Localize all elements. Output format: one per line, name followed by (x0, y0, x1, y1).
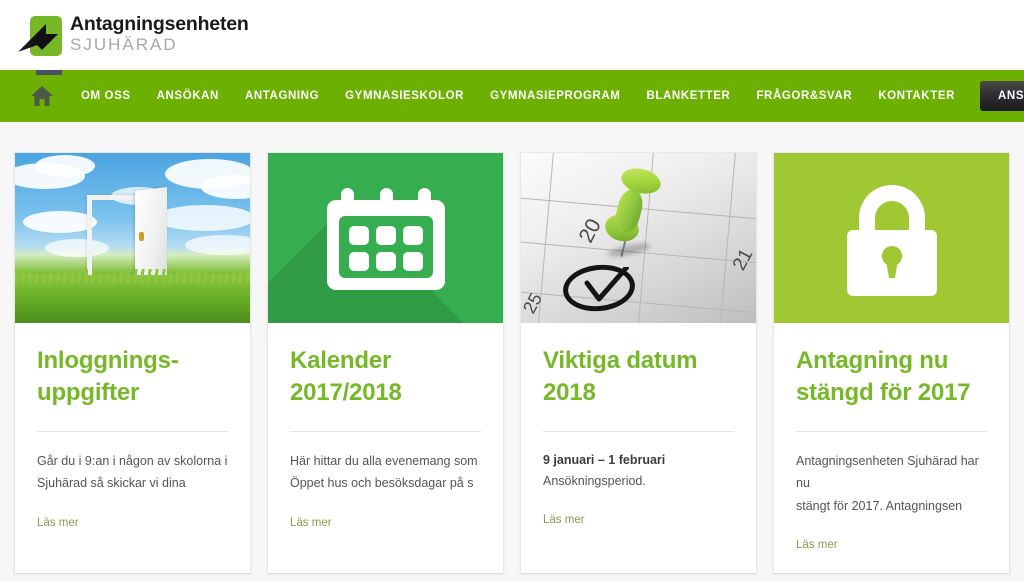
logo-wordmark: Antagningsenheten SJUHÄRAD (70, 15, 249, 55)
calendar-icon (326, 188, 445, 290)
lock-icon-tile (774, 153, 1009, 323)
pin-neck (612, 186, 646, 236)
nav-item-om-oss[interactable]: OM OSS (68, 90, 144, 102)
card-viktiga-datum[interactable]: 20 21 25 Viktiga datum 2018 9 januari – … (520, 152, 757, 575)
main-navigation: OM OSS ANSÖKAN ANTAGNING GYMNASIESKOLOR … (0, 70, 1024, 122)
card-media-lock-icon (774, 153, 1009, 323)
read-more-link[interactable]: Läs mer (37, 517, 79, 529)
nav-active-indicator (36, 70, 62, 75)
card-title: Viktiga datum 2018 (543, 345, 734, 409)
card-title: Inloggnings- uppgifter (37, 345, 228, 409)
nav-item-antagning[interactable]: ANTAGNING (232, 90, 332, 102)
calendar-pin-photo: 20 21 25 (521, 153, 756, 323)
logo-mark-icon (16, 12, 62, 58)
open-door-photo (15, 153, 250, 323)
card-kalender[interactable]: Kalender 2017/2018 Här hittar du alla ev… (267, 152, 504, 575)
card-excerpt-line1: Ansökningsperiod. (543, 473, 646, 488)
home-icon (31, 86, 53, 106)
card-excerpt: 9 januari – 1 februari Ansökningsperiod. (543, 450, 734, 493)
site-logo[interactable]: Antagningsenheten SJUHÄRAD (16, 12, 249, 58)
nav-home-button[interactable] (30, 83, 54, 109)
nav-item-gymnasieskolor[interactable]: GYMNASIESKOLOR (332, 90, 477, 102)
checkmark-icon (584, 267, 629, 302)
nav-item-ansokan[interactable]: ANSÖKAN (144, 90, 232, 102)
card-excerpt: Går du i 9:an i någon av skolorna i Sjuh… (37, 450, 228, 495)
card-excerpt-line1: Antagningsenheten Sjuhärad har nu (796, 453, 979, 491)
card-title-line1: Kalender (290, 347, 392, 374)
card-media-calendar-icon (268, 153, 503, 323)
page-body: Inloggnings- uppgifter Går du i 9:an i n… (0, 122, 1024, 581)
card-media-door-photo (15, 153, 250, 323)
site-header: Antagningsenheten SJUHÄRAD (0, 0, 1024, 70)
card-divider (37, 430, 228, 432)
nav-item-blanketter[interactable]: BLANKETTER (633, 90, 743, 102)
grass-field (15, 269, 250, 323)
lock-icon (846, 185, 937, 296)
door-knob (139, 232, 144, 241)
calendar-day-20: 20 (574, 215, 606, 247)
card-title-line2: 2018 (543, 378, 596, 406)
card-grid: Inloggnings- uppgifter Går du i 9:an i n… (0, 152, 1024, 575)
card-excerpt-line1: Här hittar du alla evenemang som (290, 453, 478, 468)
card-title-line2: stängd för 2017 (796, 378, 971, 406)
card-excerpt-dates: 9 januari – 1 februari (543, 452, 666, 467)
card-inloggningsuppgifter[interactable]: Inloggnings- uppgifter Går du i 9:an i n… (14, 152, 251, 575)
card-antagning-stangd[interactable]: Antagning nu stängd för 2017 Antagningse… (773, 152, 1010, 575)
card-title: Antagning nu stängd för 2017 (796, 345, 987, 409)
card-excerpt-line2: stängt för 2017. Antagningsen (796, 498, 963, 513)
card-title: Kalender 2017/2018 (290, 345, 481, 409)
calendar-day-21: 21 (728, 245, 756, 275)
cursor-arrow-icon (18, 24, 58, 52)
card-body: Inloggnings- uppgifter Går du i 9:an i n… (15, 323, 250, 551)
card-media-pin-photo: 20 21 25 (521, 153, 756, 323)
card-title-line1: Inloggnings- (37, 347, 179, 374)
read-more-link[interactable]: Läs mer (290, 517, 332, 529)
logo-subtitle: SJUHÄRAD (70, 34, 178, 54)
calendar-icon-tile (268, 153, 503, 323)
card-excerpt: Här hittar du alla evenemang som Öppet h… (290, 450, 481, 495)
nav-item-gymnasieprogram[interactable]: GYMNASIEPROGRAM (477, 90, 633, 102)
card-divider (543, 430, 734, 432)
card-divider (796, 430, 987, 432)
card-body: Viktiga datum 2018 9 januari – 1 februar… (521, 323, 756, 548)
card-excerpt-line1: Går du i 9:an i någon av skolorna i (37, 453, 228, 468)
card-excerpt-line2: Sjuhärad så skickar vi dina (37, 476, 186, 491)
card-title-line1: Viktiga datum (543, 347, 698, 374)
read-more-link[interactable]: Läs mer (543, 514, 585, 526)
read-more-link[interactable]: Läs mer (796, 539, 838, 551)
card-excerpt: Antagningsenheten Sjuhärad har nu stängt… (796, 450, 987, 518)
card-title-line2: 2017/2018 (290, 378, 402, 406)
card-excerpt-line2: Öppet hus och besöksdagar på s (290, 476, 474, 491)
logo-title: Antagningsenheten (70, 13, 249, 36)
card-body: Antagning nu stängd för 2017 Antagningse… (774, 323, 1009, 573)
card-divider (290, 430, 481, 432)
nav-item-fragor-svar[interactable]: FRÅGOR&SVAR (743, 90, 865, 102)
card-title-line1: Antagning nu (796, 347, 949, 374)
ansokningswebb-button[interactable]: ANSÖKNINGSWEBB (980, 81, 1024, 111)
nav-item-kontakter[interactable]: KONTAKTER (865, 90, 968, 102)
card-title-line2: uppgifter (37, 378, 140, 406)
card-body: Kalender 2017/2018 Här hittar du alla ev… (268, 323, 503, 551)
